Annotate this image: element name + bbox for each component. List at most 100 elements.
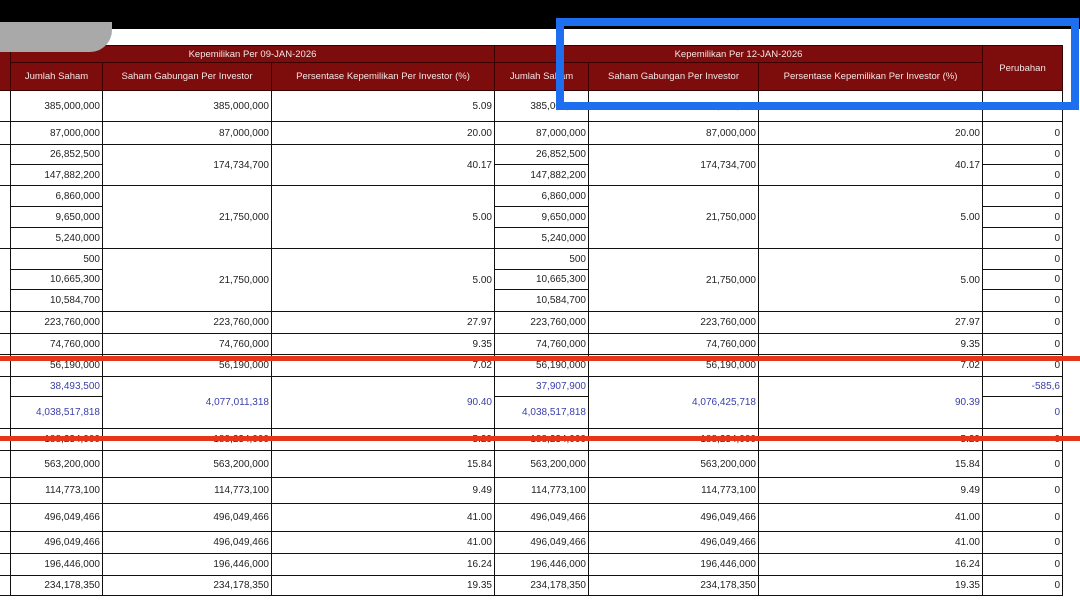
- perubahan-cell: 0: [982, 289, 1063, 312]
- table-row: 496,049,466 496,049,466 41.00 496,049,466 49…: [0, 503, 1063, 532]
- saham-gabungan-12-cell: 234,178,350: [588, 575, 759, 596]
- saham-gabungan-09-cell: 234,178,350: [102, 575, 272, 596]
- table-row: 26,852,500 174,734,700 40.17 26,852,500 174,…: [0, 144, 1063, 186]
- jumlah-saham-12-cell: 10,665,300: [494, 269, 589, 290]
- jumlah-saham-09-cell: 9,650,000: [10, 206, 103, 228]
- persentase-12-cell: 9.35: [758, 333, 983, 355]
- lead-cell: [0, 185, 11, 249]
- perubahan-cell: 0: [982, 477, 1063, 504]
- col-saham-gabungan-1: Saham Gabungan Per Investor: [102, 62, 272, 91]
- jumlah-saham-12-cell: 5,240,000: [494, 227, 589, 249]
- saham-gabungan-09-cell: 4,077,011,318: [102, 376, 272, 429]
- perubahan-cell: 0: [982, 269, 1063, 290]
- lead-cell: [0, 531, 11, 554]
- saham-gabungan-12-cell: 496,049,466: [588, 503, 759, 532]
- jumlah-saham-09-cell: 147,882,200: [10, 164, 103, 186]
- table-row: 196,446,000 196,446,000 16.24 196,446,000 19…: [0, 553, 1063, 576]
- jumlah-saham-12-cell: 563,200,000: [494, 450, 589, 478]
- jumlah-saham-09-cell: 385,000,000: [10, 90, 103, 122]
- saham-gabungan-12-cell: 21,750,000: [588, 185, 759, 249]
- jumlah-saham-09-cell: 563,200,000: [10, 450, 103, 478]
- saham-gabungan-09-cell: 114,773,100: [102, 477, 272, 504]
- perubahan-cell: 0: [982, 503, 1063, 532]
- col-jumlah-saham-1: Jumlah Saham: [10, 62, 103, 91]
- persentase-12-cell: 16.24: [758, 553, 983, 576]
- persentase-12-cell: 5.00: [758, 185, 983, 249]
- persentase-09-cell: 19.35: [271, 575, 495, 596]
- saham-gabungan-09-cell: 174,734,700: [102, 144, 272, 186]
- saham-gabungan-09-cell: 196,446,000: [102, 553, 272, 576]
- saham-gabungan-09-cell: 74,760,000: [102, 333, 272, 355]
- perubahan-cell: 0: [982, 144, 1063, 165]
- table-row: 563,200,000 563,200,000 15.84 563,200,000 56…: [0, 450, 1063, 478]
- persentase-09-cell: 41.00: [271, 531, 495, 554]
- perubahan-cell: 0: [982, 227, 1063, 249]
- jumlah-saham-12-cell: 26,852,500: [494, 144, 589, 165]
- saham-gabungan-09-cell: 21,750,000: [102, 185, 272, 249]
- persentase-12-cell: 27.97: [758, 311, 983, 334]
- lead-cell: [0, 333, 11, 355]
- jumlah-saham-12-cell: 114,773,100: [494, 477, 589, 504]
- persentase-12-cell: 40.17: [758, 144, 983, 186]
- table-row: 6,860,000 21,750,000 5.00 6,860,000 21,750,0…: [0, 185, 1063, 249]
- lead-cell: [0, 121, 11, 145]
- jumlah-saham-12-cell: 6,860,000: [494, 185, 589, 207]
- table-row: 223,760,000 223,760,000 27.97 223,760,000 22…: [0, 311, 1063, 334]
- saham-gabungan-09-cell: 223,760,000: [102, 311, 272, 334]
- persentase-12-cell: 19.35: [758, 575, 983, 596]
- perubahan-cell: -585,6: [982, 376, 1063, 397]
- persentase-12-cell: 9.49: [758, 477, 983, 504]
- persentase-12-cell: 5.00: [758, 248, 983, 312]
- persentase-09-cell: 5.00: [271, 185, 495, 249]
- saham-gabungan-12-cell: 74,760,000: [588, 333, 759, 355]
- persentase-12-cell: 20.00: [758, 121, 983, 145]
- table-row: 87,000,000 87,000,000 20.00 87,000,000 87,00…: [0, 121, 1063, 145]
- persentase-12-cell: 90.39: [758, 376, 983, 429]
- jumlah-saham-09-cell: 5,240,000: [10, 227, 103, 249]
- jumlah-saham-12-cell: 4,038,517,818: [494, 396, 589, 429]
- lead-cell: [0, 248, 11, 312]
- jumlah-saham-12-cell: 223,760,000: [494, 311, 589, 334]
- jumlah-saham-12-cell: 500: [494, 248, 589, 270]
- jumlah-saham-12-cell: 10,584,700: [494, 289, 589, 312]
- col-persentase-1: Persentase Kepemilikan Per Investor (%): [271, 62, 495, 91]
- jumlah-saham-09-cell: 496,049,466: [10, 531, 103, 554]
- jumlah-saham-09-cell: 496,049,466: [10, 503, 103, 532]
- saham-gabungan-12-cell: 196,446,000: [588, 553, 759, 576]
- jumlah-saham-12-cell: 37,907,900: [494, 376, 589, 397]
- persentase-09-cell: 9.35: [271, 333, 495, 355]
- saham-gabungan-12-cell: 114,773,100: [588, 477, 759, 504]
- persentase-09-cell: 15.84: [271, 450, 495, 478]
- perubahan-cell: 0: [982, 164, 1063, 186]
- jumlah-saham-09-cell: 10,584,700: [10, 289, 103, 312]
- overlay-tab: [0, 22, 112, 52]
- perubahan-cell: 0: [982, 575, 1063, 596]
- perubahan-cell: 0: [982, 450, 1063, 478]
- saham-gabungan-12-cell: 21,750,000: [588, 248, 759, 312]
- lead-cell: [0, 450, 11, 478]
- saham-gabungan-09-cell: 385,000,000: [102, 90, 272, 122]
- ownership-table: Kepemilikan Per 09-JAN-2026 Kepemilikan …: [0, 45, 1063, 596]
- jumlah-saham-09-cell: 196,446,000: [10, 553, 103, 576]
- saham-gabungan-12-cell: 223,760,000: [588, 311, 759, 334]
- perubahan-cell: 0: [982, 185, 1063, 207]
- jumlah-saham-12-cell: 9,650,000: [494, 206, 589, 228]
- red-annotation-line-bottom: [0, 436, 1080, 441]
- persentase-09-cell: 5.00: [271, 248, 495, 312]
- jumlah-saham-12-cell: 496,049,466: [494, 531, 589, 554]
- jumlah-saham-09-cell: 114,773,100: [10, 477, 103, 504]
- jumlah-saham-12-cell: 87,000,000: [494, 121, 589, 145]
- blue-highlight-box: [556, 18, 1079, 110]
- saham-gabungan-12-cell: 563,200,000: [588, 450, 759, 478]
- table-row: 496,049,466 496,049,466 41.00 496,049,466 49…: [0, 531, 1063, 554]
- jumlah-saham-09-cell: 10,665,300: [10, 269, 103, 290]
- jumlah-saham-12-cell: 147,882,200: [494, 164, 589, 186]
- saham-gabungan-12-cell: 174,734,700: [588, 144, 759, 186]
- table-row: 38,493,500 4,077,011,318 90.40 37,907,900 4,…: [0, 376, 1063, 429]
- jumlah-saham-12-cell: 196,446,000: [494, 553, 589, 576]
- saham-gabungan-09-cell: 496,049,466: [102, 503, 272, 532]
- jumlah-saham-09-cell: 87,000,000: [10, 121, 103, 145]
- saham-gabungan-09-cell: 87,000,000: [102, 121, 272, 145]
- table-row: 74,760,000 74,760,000 9.35 74,760,000 74,760…: [0, 333, 1063, 355]
- saham-gabungan-09-cell: 496,049,466: [102, 531, 272, 554]
